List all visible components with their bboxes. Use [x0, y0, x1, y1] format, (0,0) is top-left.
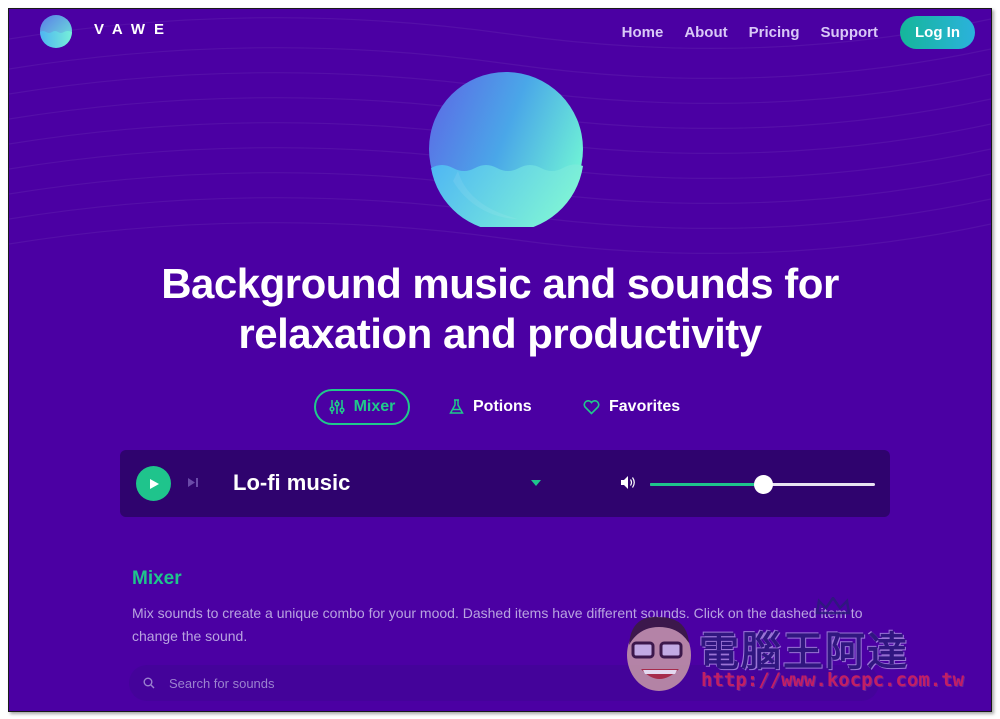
tab-favorites-label: Favorites — [609, 398, 681, 415]
headline-line-2: relaxation and productivity — [238, 310, 762, 357]
nav-home-link[interactable]: Home — [622, 24, 664, 41]
skip-next-icon[interactable] — [187, 477, 199, 488]
wave-orb-hero-icon — [429, 72, 583, 227]
mixer-description: Mix sounds to create a unique combo for … — [132, 605, 863, 644]
hero-headline: Background music and sounds for relaxati… — [9, 259, 991, 359]
top-navigation-bar: VAWE Home About Pricing Support Log In — [9, 9, 991, 59]
nav-pricing-link[interactable]: Pricing — [749, 24, 800, 41]
tab-mixer[interactable]: Mixer — [314, 389, 410, 425]
nav-support-link[interactable]: Support — [821, 24, 879, 41]
volume-icon[interactable] — [620, 475, 636, 490]
mode-tabs: Mixer Potions Favorites — [9, 389, 991, 425]
brand-name: VAWE — [94, 21, 174, 38]
tab-favorites[interactable]: Favorites — [583, 389, 680, 425]
login-button[interactable]: Log In — [900, 16, 975, 49]
play-icon — [149, 478, 159, 489]
volume-slider[interactable] — [650, 474, 875, 494]
chevron-down-icon[interactable] — [531, 480, 541, 487]
search-icon — [143, 677, 155, 689]
sound-search-input[interactable] — [167, 674, 771, 692]
volume-slider-thumb[interactable] — [753, 475, 773, 494]
headline-line-1: Background music and sounds for — [161, 260, 839, 307]
track-title[interactable]: Lo-fi music — [233, 470, 350, 496]
main-nav: Home About Pricing Support Log In — [622, 16, 975, 49]
audio-player-bar: Lo-fi music — [120, 450, 890, 517]
play-button[interactable] — [136, 466, 171, 501]
sound-search-bar — [129, 665, 879, 701]
tab-potions[interactable]: Potions — [449, 389, 532, 425]
tab-potions-label: Potions — [473, 398, 532, 415]
heart-icon — [583, 399, 600, 415]
flask-icon — [449, 399, 464, 415]
volume-slider-fill — [650, 483, 763, 486]
page-frame: VAWE Home About Pricing Support Log In B… — [8, 8, 992, 712]
mixer-section-title: Mixer — [132, 568, 182, 589]
tab-mixer-label: Mixer — [353, 398, 396, 415]
wave-orb-logo-icon[interactable] — [39, 14, 73, 48]
sliders-icon — [328, 399, 345, 415]
nav-about-link[interactable]: About — [684, 24, 727, 41]
